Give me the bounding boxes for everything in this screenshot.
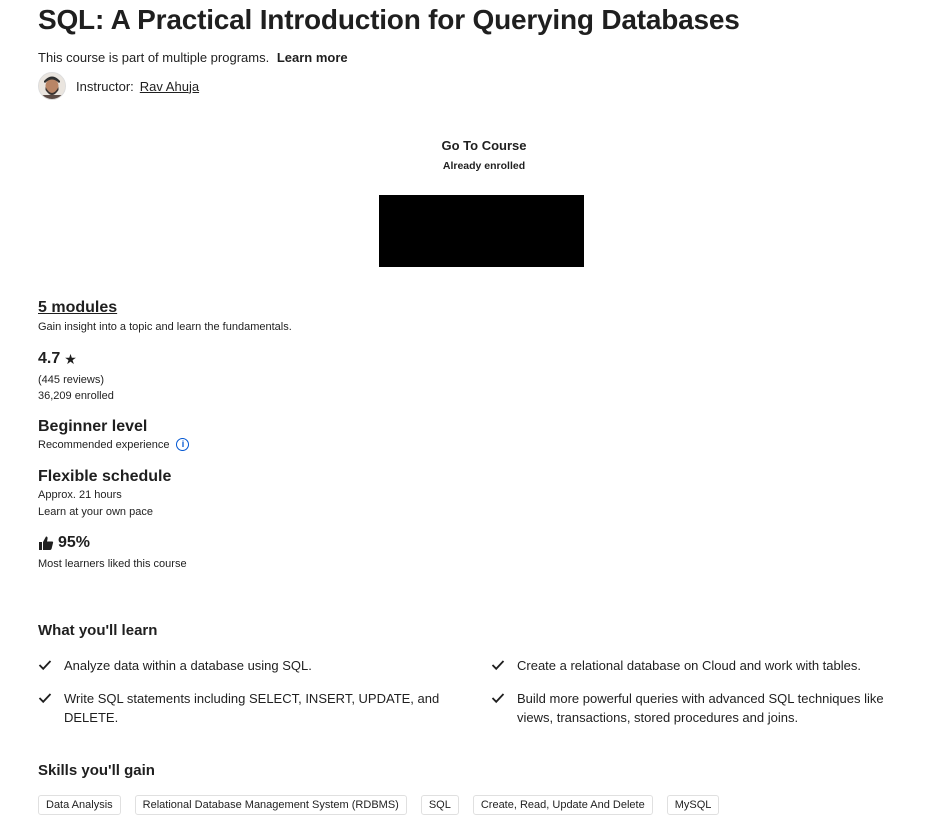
schedule-title: Flexible schedule [38, 468, 172, 485]
check-icon [38, 660, 52, 671]
skills-section-title: Skills you'll gain [38, 762, 155, 779]
liked-description: Most learners liked this course [38, 558, 187, 570]
thumbs-up-icon [39, 536, 54, 550]
go-to-course-button[interactable]: Go To Course [0, 138, 932, 153]
redacted-block [379, 195, 584, 267]
modules-description: Gain insight into a topic and learn the … [38, 321, 292, 333]
modules-link[interactable]: 5 modules [38, 299, 117, 317]
learn-item: Write SQL statements including SELECT, I… [38, 689, 468, 727]
check-icon [491, 660, 505, 671]
level-description: Recommended experience i [38, 438, 190, 451]
liked-percent: 95% [58, 534, 91, 551]
check-icon [38, 693, 52, 704]
learn-item: Analyze data within a database using SQL… [38, 656, 468, 675]
schedule-hours: Approx. 21 hours [38, 489, 122, 501]
rating-value: 4.7 [38, 350, 61, 367]
schedule-pace: Learn at your own pace [38, 506, 153, 518]
skill-tag[interactable]: SQL [420, 795, 459, 815]
enrollment-status: Already enrolled [442, 160, 526, 172]
instructor-row: Instructor: Rav Ahuja [38, 72, 199, 100]
learn-item-text: Analyze data within a database using SQL… [64, 658, 312, 673]
learn-item-text: Create a relational database on Cloud an… [517, 658, 861, 673]
program-notice: This course is part of multiple programs… [38, 50, 348, 65]
instructor-label: Instructor: [76, 78, 134, 94]
rating: 4.7 ★ [38, 350, 77, 368]
instructor-name-link[interactable]: Rav Ahuja [140, 79, 199, 94]
star-icon: ★ [64, 350, 77, 367]
skill-tag[interactable]: Data Analysis [38, 795, 121, 815]
learn-item-text: Build more powerful queries with advance… [517, 691, 884, 725]
learn-more-link[interactable]: Learn more [277, 50, 348, 65]
learn-item: Create a relational database on Cloud an… [491, 656, 911, 675]
reviews-count[interactable]: (445 reviews) [38, 374, 104, 386]
skill-tag[interactable]: MySQL [666, 795, 720, 815]
recommended-experience-text: Recommended experience [38, 438, 170, 451]
info-icon[interactable]: i [176, 438, 190, 451]
learn-item: Build more powerful queries with advance… [491, 689, 911, 727]
instructor-avatar [38, 72, 66, 100]
skill-tag[interactable]: Create, Read, Update And Delete [472, 795, 653, 815]
enrolled-count: 36,209 enrolled [38, 390, 114, 402]
learn-section-title: What you'll learn [38, 622, 158, 639]
program-notice-text: This course is part of multiple programs… [38, 50, 270, 65]
liked-row: 95% [38, 534, 90, 552]
skills-list: Data Analysis Relational Database Manage… [38, 795, 720, 815]
learn-item-text: Write SQL statements including SELECT, I… [64, 691, 440, 725]
skill-tag[interactable]: Relational Database Management System (R… [134, 795, 407, 815]
page-title: SQL: A Practical Introduction for Queryi… [38, 4, 740, 35]
level-title: Beginner level [38, 418, 148, 435]
check-icon [491, 693, 505, 704]
